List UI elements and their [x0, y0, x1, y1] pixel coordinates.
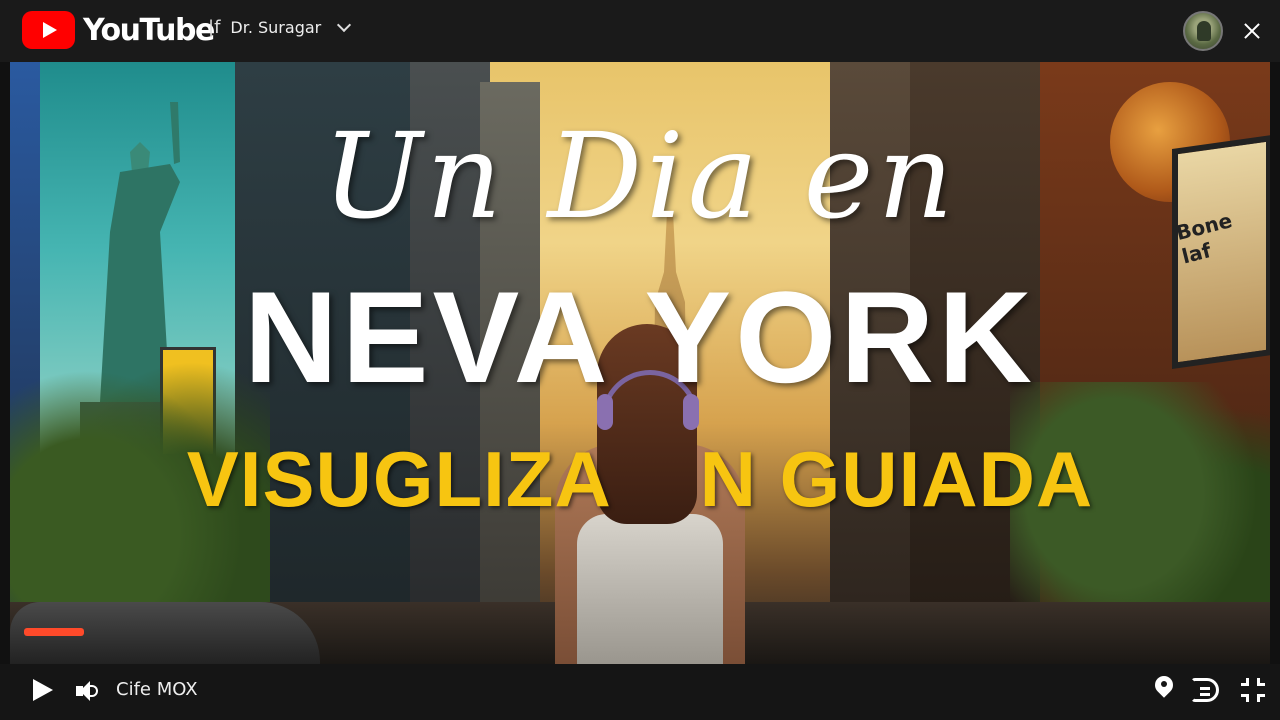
close-icon[interactable] — [1240, 19, 1264, 43]
channel-selector[interactable]: |f Dr. Suragar — [208, 17, 352, 38]
thumbnail-subtitle: VISUGLIZA N GUIADA — [186, 435, 1094, 523]
volume-icon[interactable] — [76, 679, 102, 703]
top-bar: YouTube |f Dr. Suragar — [0, 0, 1280, 62]
channel-name: Dr. Suragar — [230, 18, 322, 37]
location-pin-icon[interactable] — [1151, 672, 1177, 702]
fullscreen-icon[interactable] — [1241, 678, 1265, 702]
play-icon[interactable] — [33, 679, 53, 701]
player-controls: Cife MOX — [0, 664, 1280, 720]
cast-icon[interactable] — [1191, 678, 1219, 702]
video-thumbnail[interactable]: Bone laf Un Dia en NEVA YORK VISUGLIZA N… — [10, 62, 1270, 664]
youtube-logo-icon — [22, 11, 75, 49]
chevron-down-icon[interactable] — [337, 17, 352, 32]
thumbnail-title-line-1: Un Dia en — [322, 107, 958, 245]
channel-divider: |f — [208, 17, 221, 38]
youtube-logo[interactable]: YouTube — [22, 11, 215, 49]
controls-label: Cife MOX — [116, 679, 198, 700]
car-taillight — [24, 628, 84, 636]
avatar[interactable] — [1183, 11, 1223, 51]
brand-wordmark: YouTube — [83, 12, 215, 48]
thumbnail-title-line-2: NEVA YORK — [243, 264, 1037, 410]
